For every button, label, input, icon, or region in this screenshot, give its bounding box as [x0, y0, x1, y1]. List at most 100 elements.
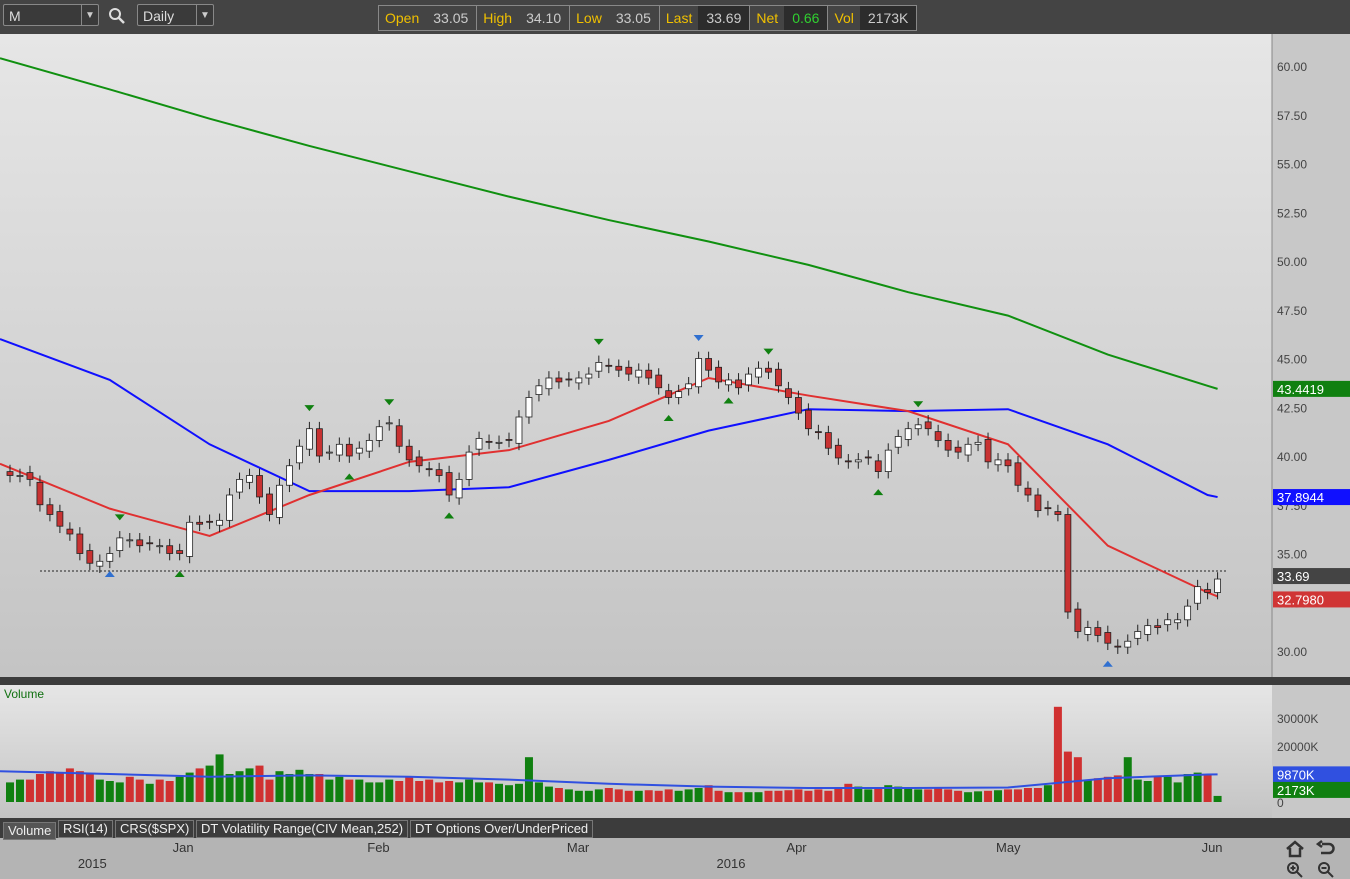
- vol-value: 2173K: [859, 6, 917, 30]
- zoom-in-icon[interactable]: [1285, 860, 1305, 878]
- volume-bar: [684, 789, 693, 802]
- vol-label: Vol: [834, 10, 854, 26]
- candle: [196, 521, 204, 525]
- volume-bar: [365, 782, 374, 802]
- indicator-tab[interactable]: RSI(14): [58, 820, 113, 838]
- chevron-down-icon[interactable]: ▼: [196, 5, 213, 25]
- candle: [375, 426, 383, 441]
- volume-bar: [6, 782, 14, 802]
- high-label: High: [483, 10, 513, 26]
- candle: [1024, 487, 1032, 496]
- volume-bar: [255, 765, 264, 802]
- interval-select[interactable]: Daily ▼: [137, 4, 214, 26]
- candle: [575, 377, 583, 384]
- volume-bar: [95, 779, 104, 802]
- indicator-tab[interactable]: Volume: [3, 822, 57, 840]
- candle: [166, 545, 174, 554]
- volume-bar: [375, 782, 384, 802]
- candle: [16, 475, 24, 477]
- candle: [216, 519, 223, 526]
- undo-icon[interactable]: [1316, 840, 1336, 858]
- volume-bar: [624, 790, 633, 802]
- volume-bar: [634, 790, 643, 802]
- volume-bar: [1073, 757, 1082, 802]
- volume-bar: [1153, 776, 1162, 802]
- volume-bar: [734, 792, 743, 802]
- candle: [904, 428, 912, 440]
- volume-bar: [934, 788, 943, 802]
- volume-bar: [455, 782, 464, 802]
- volume-bar: [804, 790, 813, 802]
- volume-bar: [944, 789, 953, 802]
- candle: [854, 459, 862, 463]
- volume-bar: [1053, 706, 1062, 802]
- candle: [824, 432, 832, 449]
- volume-bar: [125, 776, 134, 802]
- candle: [355, 447, 363, 454]
- volume-bar: [355, 779, 364, 802]
- volume-last-label: 2173K: [1277, 783, 1315, 798]
- symbol-select[interactable]: M ▼: [3, 4, 99, 26]
- volume-bar: [764, 790, 773, 802]
- volume-bar: [994, 790, 1003, 802]
- volume-bar: [564, 789, 573, 802]
- volume-bar: [904, 788, 913, 802]
- volume-bar: [784, 790, 793, 802]
- volume-bar: [225, 774, 234, 802]
- time-axis-label: Feb: [367, 840, 390, 855]
- volume-bar: [75, 771, 84, 802]
- volume-bar: [604, 788, 613, 802]
- candle: [455, 478, 463, 499]
- indicator-tab[interactable]: DT Volatility Range(CIV Mean,252): [196, 820, 409, 838]
- price-chart[interactable]: Volume 60.00 57.50 55.00 52.50 50.00 47.50 45.…: [0, 34, 1350, 879]
- candle: [834, 444, 842, 459]
- time-axis-label: Jan: [172, 840, 194, 855]
- candle: [116, 537, 124, 551]
- volume-bar: [614, 789, 623, 802]
- price-tick-label: 30.00: [1277, 645, 1307, 659]
- candle: [96, 560, 104, 567]
- sma200-value-label: 43.4419: [1277, 382, 1324, 397]
- candle: [874, 460, 882, 472]
- last-value: 33.69: [698, 6, 751, 30]
- volume-bar: [514, 783, 523, 802]
- home-icon[interactable]: [1285, 840, 1305, 858]
- candle: [675, 391, 683, 398]
- volume-bar: [1103, 776, 1112, 802]
- candle: [226, 494, 233, 521]
- candle: [655, 374, 663, 389]
- indicator-tab[interactable]: CRS($SPX): [115, 820, 195, 838]
- candle: [1184, 605, 1192, 621]
- volume-bar: [724, 792, 733, 802]
- volume-bar: [115, 782, 124, 802]
- volume-bar: [744, 792, 753, 802]
- candle: [445, 472, 453, 496]
- chevron-down-icon[interactable]: ▼: [81, 5, 98, 25]
- indicator-tab[interactable]: DT Options Over/UnderPriced: [410, 820, 594, 838]
- candle: [595, 361, 603, 372]
- volume-bar: [1063, 751, 1072, 802]
- candle: [864, 456, 872, 459]
- zoom-out-icon[interactable]: [1316, 860, 1336, 878]
- volume-bar: [215, 754, 224, 802]
- volume-bar: [1173, 782, 1182, 802]
- search-icon[interactable]: [108, 7, 126, 25]
- last-price-label: 33.69: [1277, 569, 1310, 584]
- candle: [76, 533, 84, 554]
- quote-bar: Open 33.05 High 34.10 Low 33.05 Last 33.69 N…: [378, 5, 918, 31]
- volume-tick-label: 30000K: [1277, 712, 1318, 726]
- open-label: Open: [385, 10, 420, 26]
- volume-bar: [465, 779, 474, 802]
- candle: [924, 421, 932, 430]
- candle: [1104, 632, 1112, 644]
- volume-title: Volume: [4, 687, 44, 701]
- volume-bar: [1023, 788, 1032, 802]
- candle: [136, 539, 144, 547]
- candle: [256, 475, 263, 498]
- volume-bar: [325, 779, 334, 802]
- low-value: 33.05: [608, 6, 660, 30]
- volume-bar: [754, 792, 763, 802]
- volume-bar: [714, 790, 723, 802]
- volume-bar: [874, 788, 883, 802]
- candle: [944, 439, 952, 451]
